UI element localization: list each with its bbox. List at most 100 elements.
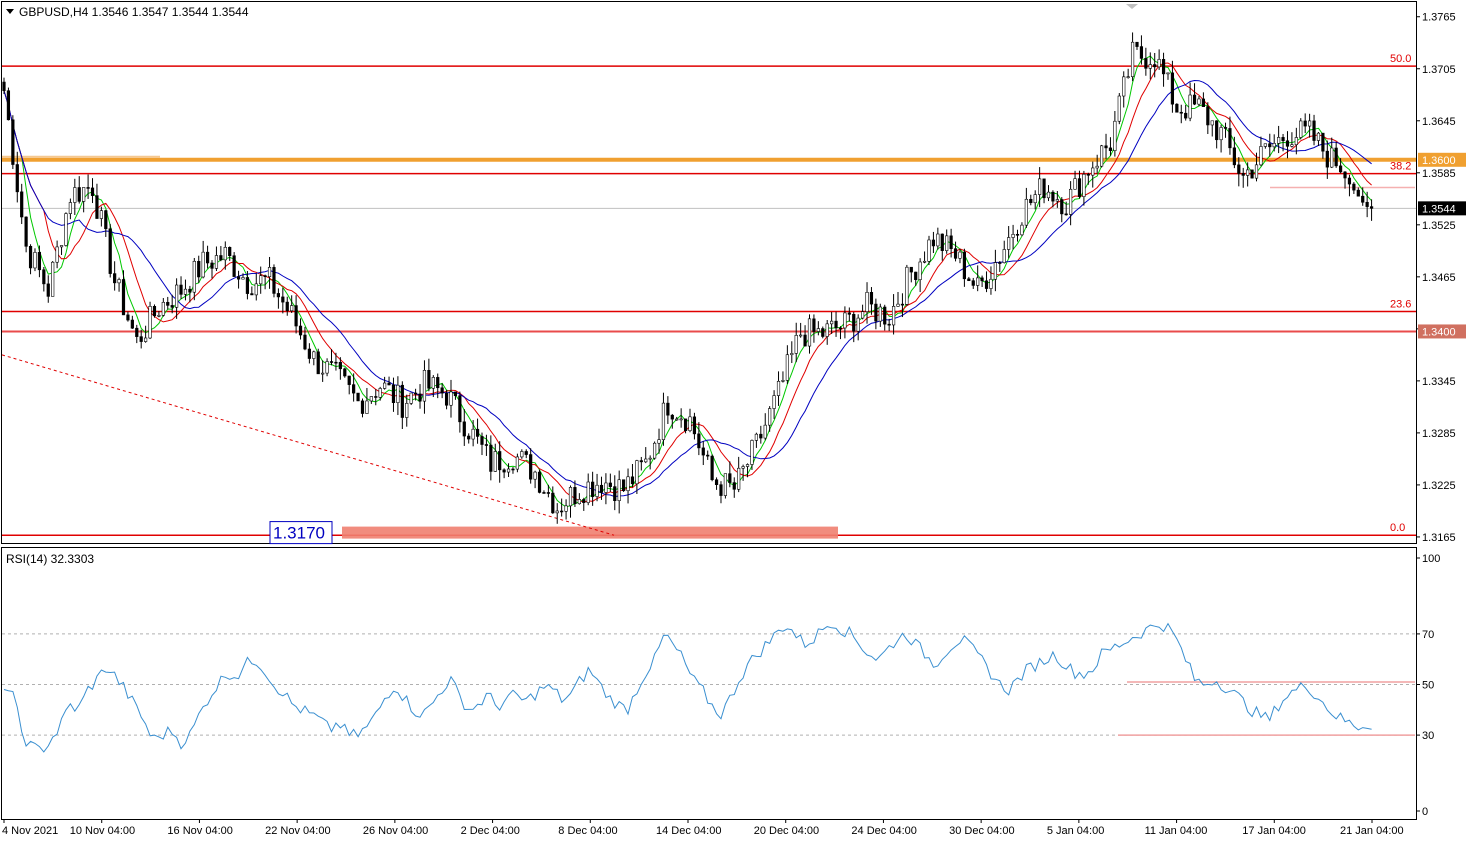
candle-body bbox=[1237, 164, 1241, 174]
candle-body bbox=[679, 418, 683, 421]
candle-body bbox=[77, 187, 81, 202]
candle-body bbox=[413, 392, 418, 395]
candle-body bbox=[520, 451, 524, 458]
candle-body bbox=[387, 382, 391, 386]
candle-body bbox=[338, 362, 342, 370]
candle-body bbox=[15, 164, 19, 193]
candle-body bbox=[471, 428, 475, 440]
candle-body bbox=[577, 499, 581, 505]
candle-body bbox=[489, 444, 493, 472]
candle-body bbox=[914, 271, 918, 280]
candle-body bbox=[113, 273, 117, 284]
price-tick-label: 1.3285 bbox=[1422, 428, 1456, 440]
candle-body bbox=[232, 255, 236, 277]
candle-body bbox=[865, 291, 869, 312]
candle-body bbox=[1215, 120, 1219, 141]
candle-body bbox=[1232, 147, 1236, 166]
candle-body bbox=[741, 466, 745, 469]
candle-body bbox=[290, 305, 294, 312]
candle-body bbox=[1321, 132, 1325, 152]
candle-body bbox=[1015, 233, 1020, 236]
candle-body bbox=[648, 457, 652, 460]
candle-body bbox=[1060, 199, 1064, 215]
candle-body bbox=[555, 510, 559, 514]
price-tick-label: 1.3645 bbox=[1422, 116, 1456, 128]
rsi-tick-label: 50 bbox=[1422, 680, 1434, 692]
candle-body bbox=[542, 492, 546, 494]
candle-body bbox=[564, 505, 568, 512]
candle-body bbox=[683, 418, 688, 431]
candle-body bbox=[675, 418, 679, 421]
candle-body bbox=[785, 354, 789, 381]
candle-body bbox=[568, 487, 573, 507]
candle-body bbox=[175, 284, 179, 308]
price-tick-label: 1.3225 bbox=[1422, 480, 1456, 492]
candle-body bbox=[467, 435, 471, 440]
candle-body bbox=[343, 368, 347, 377]
candle-body bbox=[95, 195, 99, 219]
candle-body bbox=[945, 235, 949, 251]
candle-body bbox=[1246, 169, 1250, 176]
candle-body bbox=[33, 252, 37, 269]
candle-body bbox=[790, 353, 794, 356]
trading-chart[interactable]: GBPUSD,H4 1.3546 1.3547 1.3544 1.3544 1.… bbox=[0, 0, 1473, 842]
candle-body bbox=[409, 392, 413, 404]
candle-body bbox=[236, 276, 241, 280]
candle-body bbox=[803, 334, 807, 347]
candle-body bbox=[1352, 183, 1356, 191]
candle-body bbox=[1100, 145, 1104, 167]
candle-body bbox=[502, 469, 506, 473]
candle-body bbox=[1126, 76, 1130, 78]
candle-body bbox=[1259, 146, 1263, 166]
candle-body bbox=[905, 266, 909, 305]
key-level-label: 1.3400 bbox=[1422, 326, 1456, 338]
candle-body bbox=[347, 375, 351, 385]
candle-body bbox=[436, 377, 440, 389]
candle-body bbox=[807, 318, 812, 347]
current-price-label: 1.3544 bbox=[1422, 203, 1456, 215]
candle-body bbox=[737, 467, 741, 490]
candle-body bbox=[1020, 224, 1024, 236]
candle-body bbox=[453, 391, 458, 397]
candle-body bbox=[68, 202, 72, 214]
candle-body bbox=[6, 90, 11, 121]
candle-body bbox=[369, 396, 373, 402]
candle-body bbox=[1281, 137, 1285, 142]
candle-body bbox=[1029, 198, 1033, 204]
candle-body bbox=[498, 451, 502, 471]
candle-body bbox=[449, 391, 453, 406]
candle-body bbox=[1365, 201, 1369, 207]
candle-body bbox=[1223, 127, 1228, 129]
candle-body bbox=[59, 245, 64, 248]
candle-body bbox=[418, 393, 422, 402]
candle-body bbox=[254, 283, 258, 296]
candle-body bbox=[1007, 237, 1011, 250]
candle-body bbox=[475, 428, 480, 437]
candle-body bbox=[263, 275, 267, 278]
candle-body bbox=[157, 314, 161, 317]
candle-body bbox=[46, 283, 50, 297]
candle-body bbox=[719, 484, 723, 496]
candle-body bbox=[599, 484, 604, 493]
candle-body bbox=[936, 233, 940, 247]
candle-body bbox=[869, 291, 874, 305]
candle-body bbox=[104, 210, 108, 230]
candle-body bbox=[1077, 178, 1082, 197]
candle-body bbox=[652, 442, 657, 459]
candle-body bbox=[223, 247, 227, 261]
candle-body bbox=[998, 262, 1002, 264]
candle-body bbox=[378, 388, 382, 398]
candle-body bbox=[847, 312, 851, 315]
candle-body bbox=[838, 327, 843, 330]
candle-body bbox=[400, 384, 404, 418]
candle-body bbox=[1210, 120, 1214, 126]
candle-body bbox=[723, 473, 728, 496]
candle-body bbox=[294, 305, 298, 327]
candle-body bbox=[613, 486, 617, 501]
candle-body bbox=[1356, 189, 1360, 197]
candle-body bbox=[874, 303, 878, 322]
candle-body bbox=[1166, 72, 1170, 75]
candle-body bbox=[245, 277, 250, 294]
time-tick-label: 4 Nov 2021 bbox=[2, 825, 58, 837]
candle-body bbox=[188, 288, 192, 293]
